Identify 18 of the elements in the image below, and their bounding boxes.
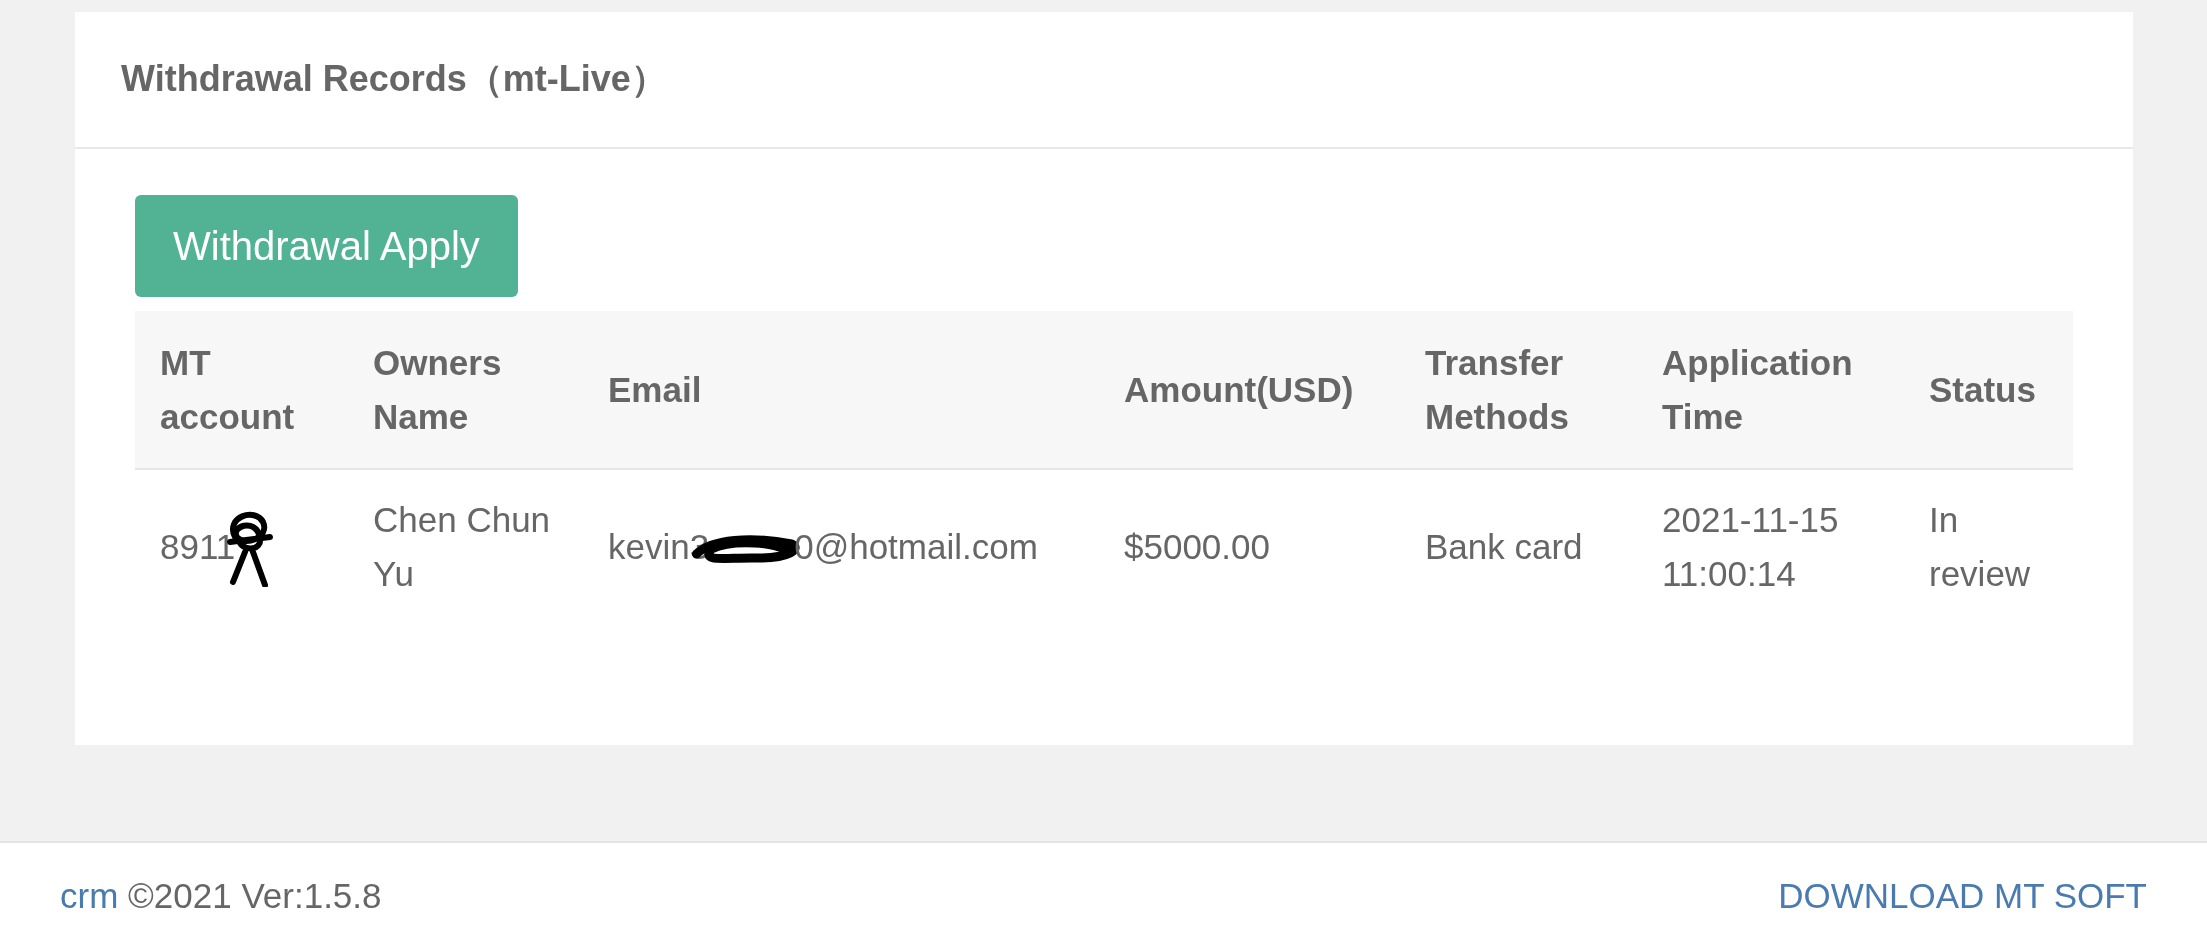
table-cell: Bank card bbox=[1400, 469, 1637, 623]
column-header: Amount(USD) bbox=[1099, 311, 1400, 469]
panel-title: Withdrawal Records（mt-Live） bbox=[121, 57, 667, 101]
table-cell: 8911 bbox=[135, 469, 348, 623]
download-link[interactable]: DOWNLOAD MT SOFT bbox=[1778, 876, 2147, 916]
table-cell: In review bbox=[1904, 469, 2073, 623]
column-header: Transfer Methods bbox=[1400, 311, 1637, 469]
table-cell: 2021-11-15 11:00:14 bbox=[1637, 469, 1904, 623]
column-header: Application Time bbox=[1637, 311, 1904, 469]
table-cell: Chen Chun Yu bbox=[348, 469, 583, 623]
column-header: Status bbox=[1904, 311, 2073, 469]
version-text: ©2021 Ver:1.5.8 bbox=[128, 876, 382, 915]
crm-link[interactable]: crm bbox=[60, 876, 119, 915]
withdrawal-apply-button[interactable]: Withdrawal Apply bbox=[135, 195, 518, 297]
column-header: MT account bbox=[135, 311, 348, 469]
column-header: Email bbox=[583, 311, 1099, 469]
column-header: Owners Name bbox=[348, 311, 583, 469]
table-cell: $5000.00 bbox=[1099, 469, 1400, 623]
